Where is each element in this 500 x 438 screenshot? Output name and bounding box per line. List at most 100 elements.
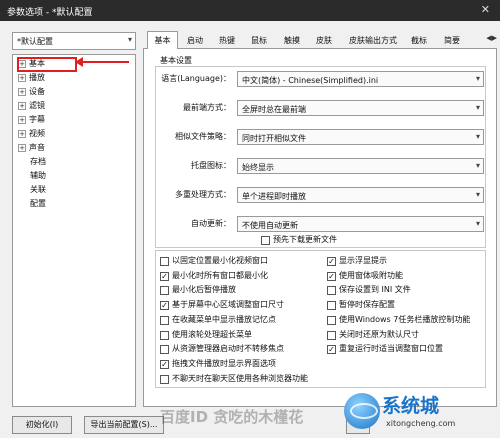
option-checkbox[interactable]: ✓ 重复运行时适当调整窗口位置 [327, 344, 443, 356]
chevron-down-icon: ▾ [475, 74, 480, 83]
chevron-down-icon: ▾ [127, 35, 132, 44]
option-label: 保存设置到 INI 文件 [339, 285, 411, 295]
similar-files-value: 同时打开相似文件 [242, 134, 306, 143]
option-checkbox[interactable]: 关闭时还原为默认尺寸 [327, 330, 419, 342]
tray-icon-value: 始终显示 [242, 163, 274, 172]
tray-icon-dropdown[interactable]: 始终显示 ▾ [237, 158, 484, 174]
tab-hotkeys[interactable]: 热键 [214, 33, 240, 49]
tab-mouse[interactable]: 鼠标 [246, 33, 272, 49]
checkmark-icon: ✓ [160, 359, 169, 369]
multi-process-label: 多重处理方式： [175, 190, 231, 199]
option-label: 使用滚轮处理超长菜单 [172, 329, 252, 339]
option-checkbox[interactable]: 从资源管理器启动时不转移焦点 [160, 344, 284, 356]
tree-item[interactable]: + 声音 [13, 141, 135, 155]
tree-item-label: 配置 [30, 199, 46, 208]
option-checkbox[interactable]: 最小化后暂停播放 [160, 285, 236, 297]
tab-skin-output[interactable]: 皮肤输出方式 [345, 33, 401, 49]
options-group: 以固定位置最小化视频窗口 ✓ 最小化时所有窗口都最小化 最小化后暂停播放 ✓ 基于屏幕中心… [155, 250, 486, 388]
expand-icon[interactable]: + [18, 130, 26, 138]
option-label: 在收藏菜单中显示播放记忆点 [172, 314, 276, 324]
checkbox-box [160, 345, 169, 355]
option-label: 不聊天时在聊天区使用各种浏览器功能 [172, 373, 308, 383]
tree-item[interactable]: + 设备 [13, 85, 135, 99]
option-checkbox[interactable]: 保存设置到 INI 文件 [327, 285, 411, 297]
checkbox-box [327, 315, 336, 325]
option-label: 暂停时保存配置 [339, 300, 395, 310]
close-icon[interactable]: ✕ [481, 3, 490, 16]
logo-url-text: xitongcheng.com [386, 419, 456, 428]
language-value: 中文(简体) - Chinese(Simplified).ini [242, 76, 379, 85]
export-config-button[interactable]: 导出当前配置(S)... [84, 416, 164, 434]
language-label: 语言(Language)： [161, 74, 231, 83]
option-checkbox[interactable]: 使用滚轮处理超长菜单 [160, 330, 252, 342]
multi-process-value: 单个进程即时播放 [242, 192, 306, 201]
checkbox-box [160, 257, 169, 266]
option-label: 使用窗体吸附功能 [339, 270, 403, 280]
tree-item[interactable]: 辅助 [13, 169, 135, 183]
option-label: 最小化后暂停播放 [172, 285, 236, 295]
option-label: 拖拽文件播放时显示界面选项 [172, 358, 276, 368]
multi-process-dropdown[interactable]: 单个进程即时播放 ▾ [237, 187, 484, 203]
basic-settings-panel: 语言(Language)： 中文(简体) - Chinese(Simplifie… [143, 49, 497, 407]
expand-icon[interactable]: + [18, 102, 26, 110]
chevron-down-icon: ▾ [475, 161, 480, 170]
ontop-dropdown[interactable]: 全屏时总在最前端 ▾ [237, 100, 484, 116]
checkbox-box [160, 330, 169, 340]
expand-icon[interactable]: + [18, 116, 26, 124]
tree-item-label: 辅助 [30, 171, 46, 180]
tab-skin[interactable]: 皮肤 [311, 33, 337, 49]
tree-item-label: 滤镜 [29, 101, 45, 110]
option-label: 显示浮显提示 [339, 256, 387, 265]
option-checkbox[interactable]: 使用Windows 7任务栏播放控制功能 [327, 315, 470, 327]
init-button[interactable]: 初始化(I) [12, 416, 72, 434]
chevron-down-icon: ▾ [475, 190, 480, 199]
checkmark-icon: ✓ [160, 271, 169, 281]
highlight-box [17, 57, 77, 72]
checkbox-box [160, 286, 169, 296]
logo-brand-text: 系统城 [382, 395, 440, 417]
option-label: 基于屏幕中心区域调整窗口尺寸 [172, 300, 284, 310]
checkbox-box [160, 315, 169, 325]
option-checkbox[interactable]: 暂停时保存配置 [327, 300, 395, 312]
profile-dropdown[interactable]: *默认配置 ▾ [12, 32, 136, 50]
tab-touch[interactable]: 触摸 [279, 33, 305, 49]
red-arrow-annotation [75, 57, 129, 67]
watermark-text: 百度ID 贪吃的木槿花 [160, 408, 304, 426]
expand-icon[interactable]: + [18, 88, 26, 96]
option-checkbox[interactable]: ✓ 基于屏幕中心区域调整窗口尺寸 [160, 300, 284, 312]
tab-screenshot[interactable]: 截标 [406, 33, 432, 49]
tab-bar: 基本 启动 热键 鼠标 触摸 皮肤 皮肤输出方式 截标 简要 ◀▶ [143, 31, 497, 50]
predownload-label: 预先下载更新文件 [273, 235, 337, 244]
tree-item-label: 存档 [30, 157, 46, 166]
option-checkbox[interactable]: ✓ 拖拽文件播放时显示界面选项 [160, 359, 276, 371]
similar-files-dropdown[interactable]: 同时打开相似文件 ▾ [237, 129, 484, 145]
tab-brief[interactable]: 简要 [439, 33, 465, 49]
option-checkbox[interactable]: 不聊天时在聊天区使用各种浏览器功能 [160, 374, 308, 386]
expand-icon[interactable]: + [18, 74, 26, 82]
auto-update-label: 自动更新： [191, 219, 231, 228]
tree-item[interactable]: + 字幕 [13, 113, 135, 127]
option-checkbox[interactable]: 以固定位置最小化视频窗口 [160, 256, 268, 268]
auto-update-dropdown[interactable]: 不使用自动更新 ▾ [237, 216, 484, 232]
similar-files-label: 相似文件策略： [175, 132, 231, 141]
window-title: 参数选项 - *默认配置 [7, 8, 93, 18]
option-checkbox[interactable]: 在收藏菜单中显示播放记忆点 [160, 315, 276, 327]
tree-item-label: 字幕 [29, 115, 45, 124]
preferences-window: *默认配置 ▾ + 基本 + 播放 + 设备 + 滤镜 + 字幕 + 视频 + 声音 存档 辅助 关联 配置 基本… [0, 21, 500, 438]
tab-scroll-arrows[interactable]: ◀▶ [486, 34, 497, 42]
language-dropdown[interactable]: 中文(简体) - Chinese(Simplified).ini ▾ [237, 71, 484, 87]
option-label: 以固定位置最小化视频窗口 [172, 256, 268, 265]
globe-icon [344, 393, 380, 429]
checkbox-box [261, 236, 270, 245]
checkbox-box [327, 330, 336, 340]
predownload-checkbox[interactable]: 预先下载更新文件 [261, 235, 337, 247]
tray-icon-label: 托盘图标： [191, 161, 231, 170]
tab-basic[interactable]: 基本 [147, 31, 178, 50]
tree-item-label: 视频 [29, 129, 45, 138]
tab-startup[interactable]: 启动 [182, 33, 208, 49]
expand-icon[interactable]: + [18, 144, 26, 152]
option-checkbox[interactable]: ✓ 显示浮显提示 [327, 256, 387, 268]
option-checkbox[interactable]: ✓ 使用窗体吸附功能 [327, 271, 403, 283]
option-checkbox[interactable]: ✓ 最小化时所有窗口都最小化 [160, 271, 268, 283]
option-label: 使用Windows 7任务栏播放控制功能 [339, 314, 471, 324]
